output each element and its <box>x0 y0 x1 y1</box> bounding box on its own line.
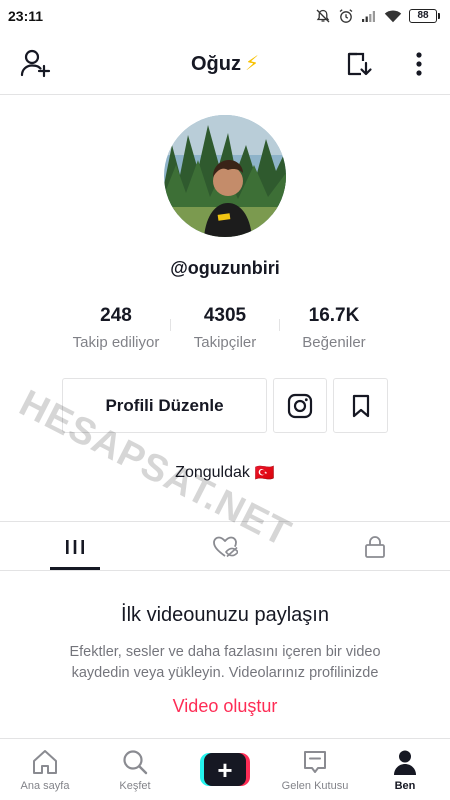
more-options-button[interactable] <box>401 46 437 82</box>
page-title-text: Oğuz <box>190 53 241 75</box>
empty-state-title: İlk videounuzu paylaşın <box>121 604 329 626</box>
avatar[interactable] <box>164 115 286 237</box>
empty-state-description: Efektler, sesler ve daha fazlasını içere… <box>69 644 381 681</box>
nav-profile-label: Ben <box>394 780 416 792</box>
nav-inbox-label: Gelen Kutusu <box>281 780 349 792</box>
lock-icon <box>365 535 385 558</box>
username: @oguzunbiri <box>170 258 280 278</box>
stat-following[interactable]: 248 Takip ediliyor <box>56 305 176 351</box>
download-frame-icon <box>347 52 372 76</box>
plus-icon: + <box>204 753 246 786</box>
search-icon <box>123 750 148 775</box>
tab-videos[interactable] <box>0 522 150 571</box>
avatar-photo <box>164 115 286 237</box>
more-vertical-icon <box>416 52 422 76</box>
likes-label: Beğeniler <box>302 334 366 351</box>
create-video-link[interactable]: Video oluştur <box>173 696 278 716</box>
followers-label: Takipçiler <box>193 334 257 351</box>
save-to-device-button[interactable] <box>341 46 377 82</box>
favorites-button[interactable] <box>333 378 388 433</box>
active-tab-indicator <box>50 567 100 570</box>
inbox-icon <box>304 751 326 773</box>
status-icons: 88 <box>315 8 440 24</box>
instagram-button[interactable] <box>273 378 327 433</box>
stat-followers[interactable]: 4305 Takipçiler <box>165 305 285 351</box>
following-label: Takip ediliyor <box>72 334 160 351</box>
bio-location: Zonguldak <box>175 464 250 481</box>
bookmark-icon <box>352 394 369 417</box>
followers-count: 4305 <box>203 305 247 326</box>
mute-bell-icon <box>316 9 330 23</box>
home-icon <box>33 750 57 774</box>
alarm-icon <box>339 9 353 23</box>
status-bar: 23:11 88 <box>0 0 450 32</box>
create-video-link-wrap: Video oluştur <box>0 696 450 717</box>
tab-private[interactable] <box>300 522 450 571</box>
nav-discover[interactable]: Keşfet <box>90 739 180 800</box>
nav-profile[interactable]: Ben <box>360 739 450 800</box>
following-count: 248 <box>100 305 132 326</box>
instagram-icon <box>287 393 313 418</box>
nav-inbox[interactable]: Gelen Kutusu <box>270 739 360 800</box>
likes-count: 16.7K <box>308 305 360 326</box>
stat-likes[interactable]: 16.7K Beğeniler <box>274 305 394 351</box>
top-nav: Oğuz ⚡ <box>0 32 450 95</box>
grid-icon <box>66 539 84 554</box>
status-time: 23:11 <box>8 8 44 24</box>
battery-level: 88 <box>409 9 437 23</box>
profile-actions: Profili Düzenle <box>0 378 450 434</box>
nav-home[interactable]: Ana sayfa <box>0 739 90 800</box>
tab-liked[interactable] <box>150 522 300 571</box>
create-button[interactable]: + <box>200 753 250 786</box>
bottom-nav: Ana sayfa Keşfet + Gelen Kutusu Ben <box>0 738 450 800</box>
liked-hidden-icon <box>213 536 238 557</box>
bio: Zonguldak 🇹🇷 <box>0 463 450 483</box>
profile-tabs <box>0 521 450 571</box>
battery-indicator: 88 <box>409 9 440 23</box>
flag-emoji: 🇹🇷 <box>254 465 275 482</box>
bolt-emoji: ⚡ <box>244 53 260 75</box>
nav-home-label: Ana sayfa <box>20 780 70 792</box>
edit-profile-button[interactable]: Profili Düzenle <box>62 378 267 433</box>
wifi-icon <box>384 10 402 23</box>
profile-stats: 248 Takip ediliyor 4305 Takipçiler 16.7K… <box>0 305 450 355</box>
profile-icon <box>394 750 416 775</box>
nav-discover-label: Keşfet <box>119 780 151 792</box>
signal-icon <box>362 11 375 22</box>
page-title: Oğuz ⚡ <box>0 51 450 76</box>
